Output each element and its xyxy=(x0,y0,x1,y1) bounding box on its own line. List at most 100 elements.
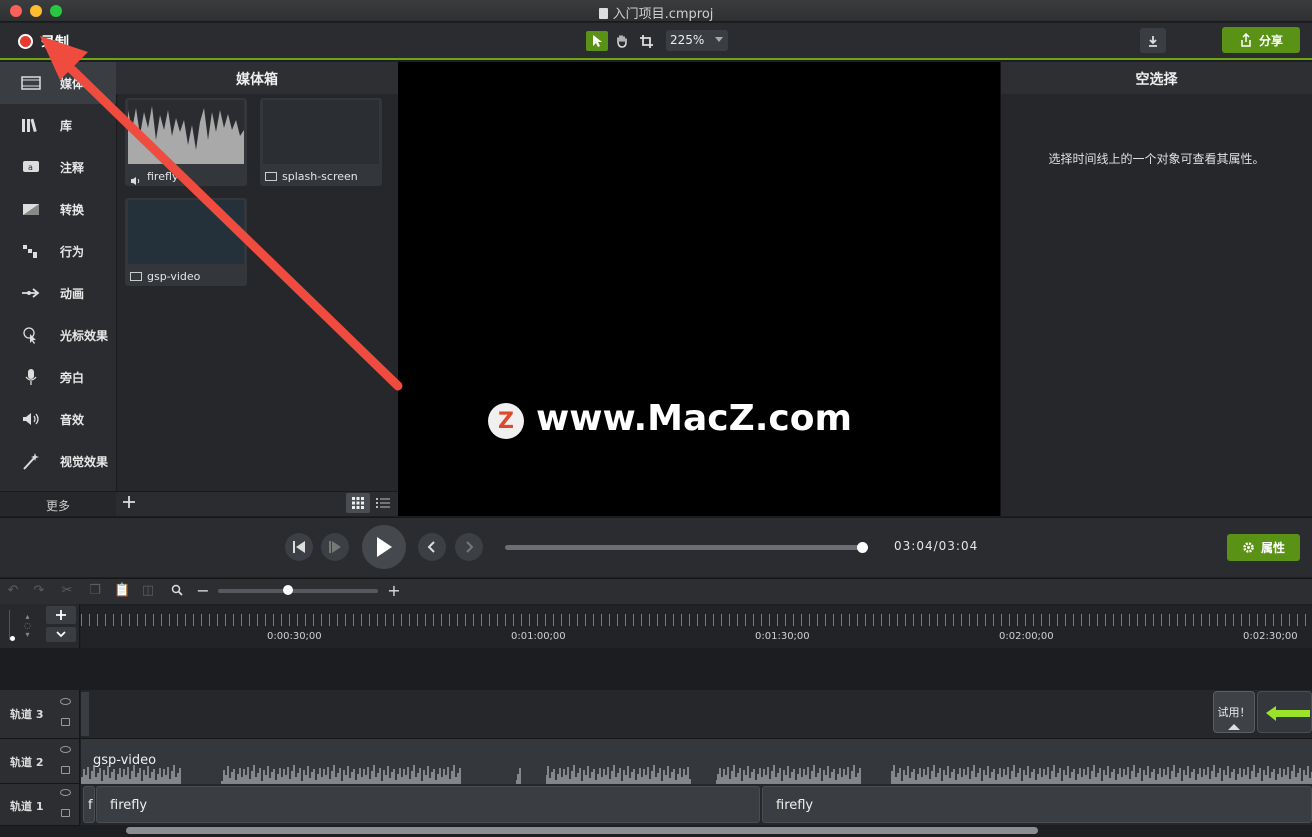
ruler-label: 0:01:00;00 xyxy=(511,631,566,642)
clip-label: firefly xyxy=(776,798,814,813)
record-icon[interactable] xyxy=(18,34,33,49)
more-button[interactable]: 更多 xyxy=(0,491,116,516)
crop-tool-button[interactable] xyxy=(635,31,657,51)
sidebar-item-label: 注释 xyxy=(60,160,85,175)
clip-firefly-1[interactable]: firefly xyxy=(96,786,760,823)
lock-icon[interactable] xyxy=(61,809,70,817)
watermark-logo: Z xyxy=(488,403,524,439)
plus-icon xyxy=(56,610,66,620)
track-header-2[interactable]: 轨道 2 xyxy=(0,739,80,784)
sidebar-item-label: 音效 xyxy=(60,412,85,427)
speaker-icon xyxy=(20,408,42,430)
redo-icon[interactable]: ↷ xyxy=(32,584,46,598)
sidebar-item-voice-narration[interactable]: 旁白 xyxy=(0,356,116,398)
watermark-text: www.MacZ.com xyxy=(536,398,852,439)
media-item-gsp-video[interactable]: gsp-video xyxy=(125,198,247,286)
gear-icon xyxy=(1243,542,1254,553)
clip-firefly-2[interactable]: firefly xyxy=(762,786,1312,823)
lock-icon[interactable] xyxy=(61,718,70,726)
sidebar-item-annotations[interactable]: a 注释 xyxy=(0,146,116,188)
eye-icon[interactable] xyxy=(60,746,71,753)
eye-icon[interactable] xyxy=(60,698,71,705)
copy-icon[interactable]: ❐ xyxy=(88,584,102,598)
track-name: 轨道 3 xyxy=(10,708,44,721)
film-icon xyxy=(20,72,42,94)
chevron-left-icon xyxy=(427,541,435,553)
export-button[interactable] xyxy=(1140,28,1166,53)
track-3-start-clip[interactable] xyxy=(81,692,89,736)
timeline-zoom-slider[interactable] xyxy=(218,589,378,593)
svg-text:a: a xyxy=(28,163,33,172)
preview-canvas[interactable] xyxy=(398,62,1000,516)
timeline-ruler[interactable] xyxy=(81,606,1312,648)
animation-icon xyxy=(20,282,42,304)
track-height-handle[interactable] xyxy=(10,636,15,641)
sidebar-item-transitions[interactable]: 转换 xyxy=(0,188,116,230)
zoom-select[interactable]: 225% xyxy=(666,30,728,51)
list-view-button[interactable] xyxy=(372,493,394,513)
share-button[interactable]: 分享 xyxy=(1222,27,1300,53)
media-item-label: splash-screen xyxy=(282,170,358,183)
split-icon[interactable]: ◫ xyxy=(141,584,155,598)
previous-marker-button[interactable] xyxy=(418,533,446,561)
lock-icon[interactable] xyxy=(61,766,70,774)
eye-icon[interactable] xyxy=(60,789,71,796)
pan-tool-button[interactable] xyxy=(611,31,633,51)
ruler-label: 0:01:30;00 xyxy=(755,631,810,642)
step-back-icon xyxy=(293,541,305,553)
step-back-button[interactable] xyxy=(285,533,313,561)
video-thumbnail xyxy=(128,200,244,264)
clip-f[interactable]: f xyxy=(83,786,95,823)
caret-up-icon xyxy=(1228,724,1240,730)
track-options-button[interactable] xyxy=(46,627,76,642)
zoom-out-button[interactable]: − xyxy=(196,583,210,599)
properties-title: 空选择 xyxy=(1001,62,1312,94)
play-button[interactable] xyxy=(362,525,406,569)
sidebar-item-label: 旁白 xyxy=(60,370,85,385)
track-lane-2[interactable]: gsp-video xyxy=(81,739,1312,784)
plus-icon xyxy=(123,496,135,508)
chevron-down-icon xyxy=(715,37,723,42)
select-tool-button[interactable] xyxy=(586,31,608,51)
sidebar-item-animations[interactable]: 动画 xyxy=(0,272,116,314)
grid-view-button[interactable] xyxy=(346,493,370,513)
record-button[interactable]: 录制 xyxy=(41,32,69,52)
playback-scrubber[interactable] xyxy=(505,545,863,550)
timeline-zoom-handle[interactable] xyxy=(283,585,293,595)
media-item-firefly[interactable]: firefly xyxy=(125,98,247,186)
video-thumbnail xyxy=(263,100,379,164)
track-3-clip[interactable] xyxy=(1257,691,1312,733)
timeline-scrollbar-thumb[interactable] xyxy=(126,827,1038,834)
timecode: 03:04/03:04 xyxy=(894,539,979,553)
tools-sidebar: 媒体 库 a 注释 转换 行为 动画 光标效果 旁白 音效 视觉效果 xyxy=(0,62,116,516)
paste-icon[interactable]: 📋 xyxy=(114,584,130,598)
undo-icon[interactable]: ↶ xyxy=(6,584,20,598)
media-item-splash-screen[interactable]: splash-screen xyxy=(260,98,382,186)
ruler-label: 0:02:30;00 xyxy=(1243,631,1298,642)
track-lane-3[interactable] xyxy=(81,690,1312,739)
next-marker-button[interactable] xyxy=(455,533,483,561)
step-forward-button[interactable] xyxy=(321,533,349,561)
zoom-in-button[interactable]: + xyxy=(387,583,401,599)
track-header-1[interactable]: 轨道 1 xyxy=(0,784,80,826)
sidebar-item-visual-effects[interactable]: 视觉效果 xyxy=(0,440,116,482)
sidebar-item-library[interactable]: 库 xyxy=(0,104,116,146)
add-track-button[interactable] xyxy=(46,606,76,624)
properties-button[interactable]: 属性 xyxy=(1227,534,1300,561)
cut-icon[interactable]: ✂ xyxy=(60,584,74,598)
chevron-right-icon xyxy=(466,541,474,553)
scrubber-handle[interactable] xyxy=(857,542,868,553)
sidebar-item-cursor-effects[interactable]: 光标效果 xyxy=(0,314,116,356)
sidebar-item-label: 行为 xyxy=(60,244,85,259)
list-icon xyxy=(376,498,390,508)
grid-icon xyxy=(352,497,364,509)
sidebar-item-audio-effects[interactable]: 音效 xyxy=(0,398,116,440)
sidebar-item-media[interactable]: 媒体 xyxy=(0,62,116,104)
sidebar-item-behaviors[interactable]: 行为 xyxy=(0,230,116,272)
import-media-button[interactable] xyxy=(121,494,137,510)
track-header-3[interactable]: 轨道 3 xyxy=(0,690,80,739)
transition-icon xyxy=(20,198,42,220)
timeline-empty-area[interactable] xyxy=(0,648,1312,690)
clip-label: firefly xyxy=(110,798,148,813)
download-icon xyxy=(1149,35,1157,47)
